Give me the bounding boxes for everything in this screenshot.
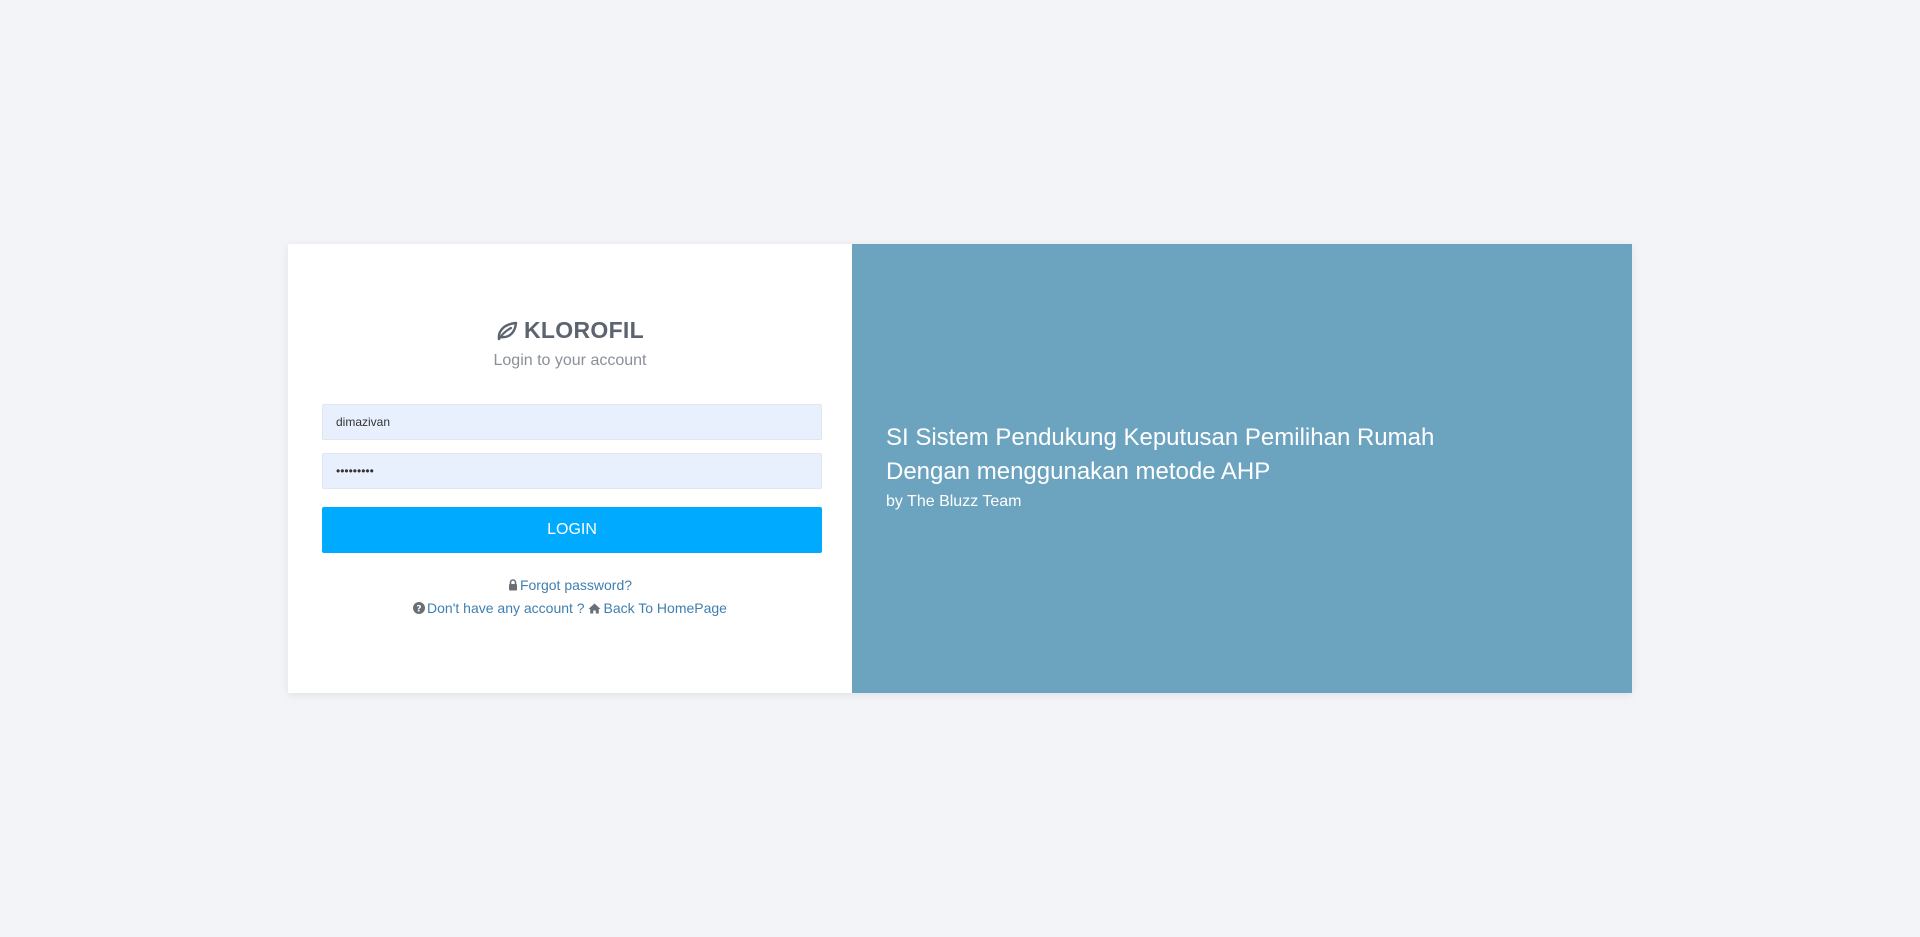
svg-text:?: ? xyxy=(416,604,421,614)
promo-heading-line1: SI Sistem Pendukung Keputusan Pemilihan … xyxy=(886,424,1435,451)
brand-logo: KLOROFIL xyxy=(288,317,852,347)
leaf-icon xyxy=(496,320,518,347)
username-input[interactable] xyxy=(322,404,822,440)
lock-icon xyxy=(508,575,518,597)
forgot-password-row: Forgot password? xyxy=(288,574,852,597)
password-input[interactable] xyxy=(322,453,822,489)
login-form-panel: KLOROFIL Login to your account LOGIN For… xyxy=(288,244,852,693)
back-home-link[interactable]: Back To HomePage xyxy=(603,600,726,616)
auth-links: Forgot password? ? Don't have any accoun… xyxy=(288,574,852,620)
promo-heading-line2: Dengan menggunakan metode AHP xyxy=(886,458,1271,485)
login-button[interactable]: LOGIN xyxy=(322,507,822,553)
account-links-row: ? Don't have any account ? Back To HomeP… xyxy=(288,597,852,620)
question-circle-icon: ? xyxy=(413,598,426,620)
register-link[interactable]: Don't have any account ? xyxy=(427,600,585,616)
login-card: KLOROFIL Login to your account LOGIN For… xyxy=(288,244,1632,693)
login-subtitle: Login to your account xyxy=(493,352,647,369)
promo-panel: SI Sistem Pendukung Keputusan Pemilihan … xyxy=(852,244,1632,693)
promo-text: SI Sistem Pendukung Keputusan Pemilihan … xyxy=(886,421,1434,511)
forgot-password-link[interactable]: Forgot password? xyxy=(520,577,632,593)
home-icon xyxy=(588,598,601,620)
promo-byline: by The Bluzz Team xyxy=(886,493,1022,510)
brand-name: KLOROFIL xyxy=(524,317,644,343)
